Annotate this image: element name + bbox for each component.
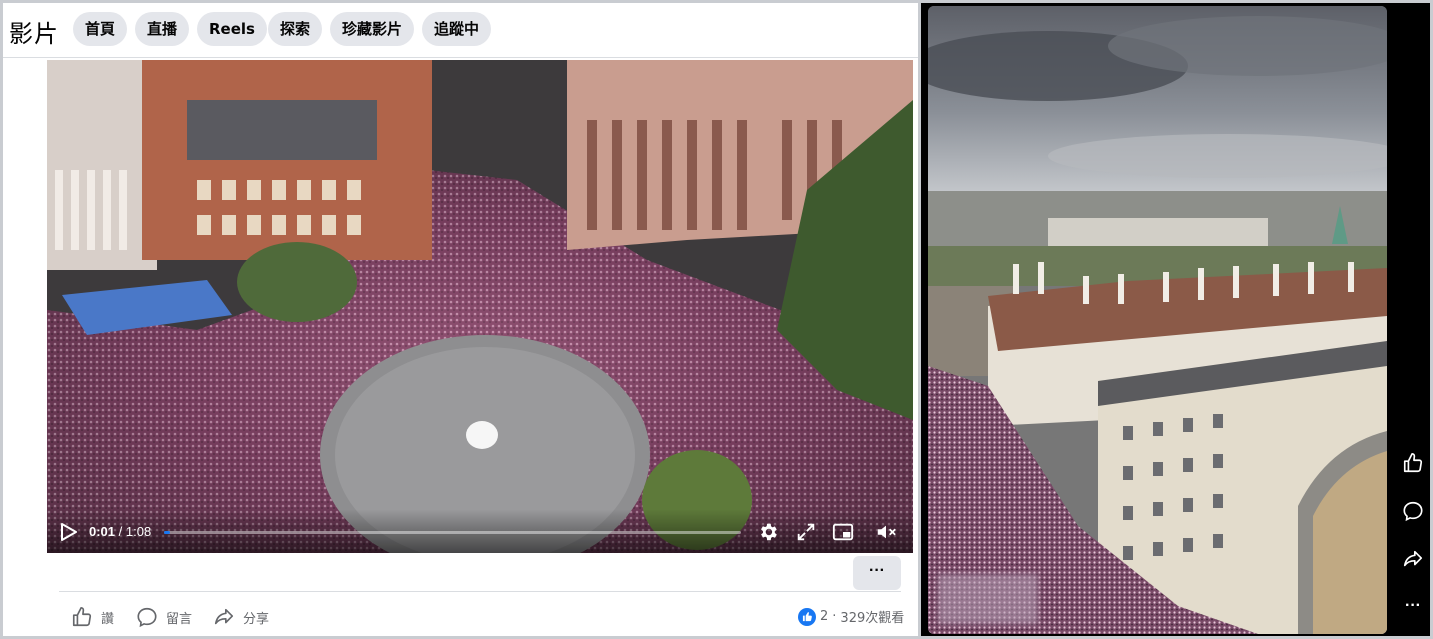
post-more-button[interactable]: ··· xyxy=(853,556,901,590)
pip-icon[interactable] xyxy=(832,521,854,543)
like-button[interactable]: 讚 xyxy=(71,605,114,629)
reel-more-button[interactable]: ··· xyxy=(1402,595,1424,617)
stats-separator: · xyxy=(832,609,837,624)
tab-saved-videos[interactable]: 珍藏影片 xyxy=(330,12,415,46)
reel-panel: ··· xyxy=(921,3,1430,636)
share-label: 分享 xyxy=(243,611,270,627)
tab-live[interactable]: 直播 xyxy=(135,12,190,46)
progress-bar[interactable] xyxy=(164,531,741,534)
time-separator: / xyxy=(115,524,126,539)
video-controls: 0:01 / 1:08 xyxy=(47,509,913,553)
current-time: 0:01 xyxy=(89,524,116,539)
comment-label: 留言 xyxy=(166,611,193,627)
comment-icon[interactable] xyxy=(1402,500,1424,522)
like-icon xyxy=(72,607,92,627)
video-frame-aerial-crowd xyxy=(47,60,913,553)
share-icon[interactable] xyxy=(1402,548,1424,570)
like-label: 讚 xyxy=(101,611,115,627)
top-navigation: 影片 首頁 直播 Reels 探索 珍藏影片 追蹤中 xyxy=(3,3,918,58)
like-icon[interactable] xyxy=(1402,452,1424,474)
comment-button[interactable]: 留言 xyxy=(136,605,192,629)
reel-frame-london-crowd xyxy=(928,6,1387,634)
blurred-watermark xyxy=(938,574,1038,624)
like-reaction-icon xyxy=(798,607,816,626)
divider xyxy=(59,591,901,592)
settings-icon[interactable] xyxy=(757,521,779,543)
fullscreen-icon[interactable] xyxy=(795,521,817,543)
reaction-count[interactable]: 2 xyxy=(820,609,828,624)
video-player[interactable]: 0:01 / 1:08 xyxy=(47,60,913,553)
progress-fill xyxy=(164,531,170,534)
share-icon xyxy=(214,608,234,625)
page-title: 影片 xyxy=(9,20,59,48)
tab-home[interactable]: 首頁 xyxy=(73,12,128,46)
tab-following[interactable]: 追蹤中 xyxy=(422,12,492,46)
duration: 1:08 xyxy=(125,524,152,539)
reel-video[interactable] xyxy=(928,6,1387,634)
play-icon[interactable] xyxy=(61,523,77,541)
video-feed-panel: 影片 首頁 直播 Reels 探索 珍藏影片 追蹤中 0:01 / 1:08 ·… xyxy=(3,3,918,636)
comment-icon xyxy=(137,607,157,628)
share-button[interactable]: 分享 xyxy=(213,605,269,629)
playback-time: 0:01 / 1:08 xyxy=(89,524,151,539)
view-count: 329次觀看 xyxy=(840,611,905,626)
mute-icon[interactable] xyxy=(875,521,897,543)
tab-explore[interactable]: 探索 xyxy=(268,12,323,46)
post-stats: 2 · 329次觀看 xyxy=(798,607,904,626)
tab-reels[interactable]: Reels xyxy=(197,12,267,46)
